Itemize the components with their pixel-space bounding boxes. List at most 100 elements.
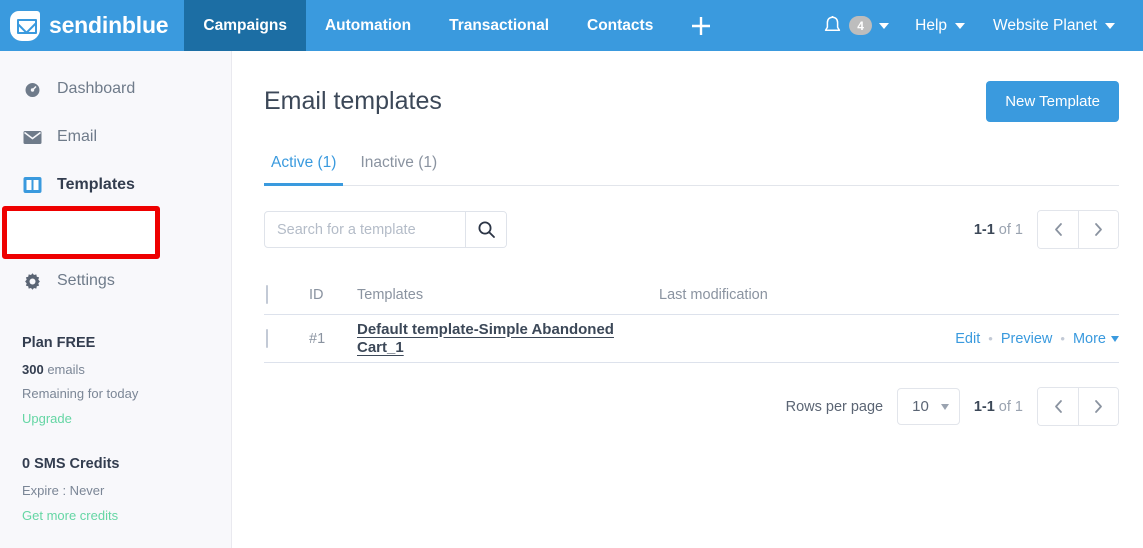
sidebar-item-label: Settings (57, 272, 115, 289)
template-status-tabs: Active (1) Inactive (1) (264, 146, 1119, 186)
more-label: More (1072, 330, 1106, 347)
chevron-down-icon (879, 22, 890, 29)
sms-expiry-note: Expire : Never (22, 483, 105, 498)
account-label: Website Planet (993, 16, 1097, 34)
envelope-logo-icon (10, 10, 40, 41)
sidebar-item-label: Email (57, 128, 98, 145)
search-icon (478, 221, 495, 238)
chevron-down-icon (940, 403, 949, 410)
sidebar-item-label: Templates (57, 176, 135, 193)
pagination-total-bottom: of 1 (994, 398, 1023, 415)
next-page-button-bottom[interactable] (1078, 388, 1118, 425)
select-all-checkbox[interactable] (266, 284, 268, 304)
plan-title: Plan FREE (22, 335, 96, 351)
action-separator: • (988, 331, 993, 346)
chevron-right-icon (1095, 223, 1102, 236)
pagination-total-top: of 1 (994, 221, 1023, 238)
bell-icon (824, 16, 841, 31)
pagination-buttons-bottom (1037, 387, 1119, 426)
nav-item-contacts[interactable]: Contacts (568, 0, 672, 51)
search-input[interactable] (265, 212, 465, 247)
header-id: ID (309, 286, 324, 303)
search-button[interactable] (465, 212, 506, 247)
header-templates: Templates (357, 286, 424, 303)
plan-email-count: 300 (22, 362, 44, 377)
help-menu[interactable]: Help (901, 17, 979, 35)
nav-right-group: 4 Help Website Planet (811, 0, 1143, 51)
sidebar-item-settings[interactable]: Settings (0, 257, 231, 305)
sidebar-item-statistics[interactable]: Statistics (0, 209, 231, 257)
page-header: Email templates New Template (264, 81, 1119, 122)
chevron-down-icon (1111, 335, 1119, 342)
brand-logo-link[interactable]: sendinblue (0, 0, 184, 51)
row-id: #1 (309, 330, 326, 347)
sidebar-item-label: Statistics (57, 224, 122, 241)
table-footer: Rows per page 10 1-1 of 1 (264, 387, 1119, 426)
table-header-row: ID Templates Last modification (264, 275, 1119, 315)
rows-per-page-value: 10 (912, 398, 929, 415)
speedometer-icon (22, 79, 42, 99)
chevron-down-icon (955, 22, 966, 29)
plan-remaining-note: Remaining for today (22, 386, 139, 401)
nav-item-automation[interactable]: Automation (306, 0, 430, 51)
nav-item-campaigns[interactable]: Campaigns (184, 0, 306, 51)
sidebar-item-dashboard[interactable]: Dashboard (0, 65, 231, 113)
pagination-buttons-top (1037, 210, 1119, 249)
app-shell: Dashboard Email Templates Statistics Set… (0, 51, 1143, 548)
search-bar (264, 211, 507, 248)
plus-icon (692, 16, 711, 35)
account-menu[interactable]: Website Planet (979, 17, 1129, 35)
prev-page-button-top[interactable] (1038, 211, 1078, 248)
envelope-icon (22, 127, 42, 147)
row-actions: Edit • Preview • More (904, 331, 1119, 347)
action-separator: • (1060, 331, 1065, 346)
chevron-down-icon (1105, 22, 1115, 29)
sms-credits-title: 0 SMS Credits (22, 456, 120, 472)
tab-inactive[interactable]: Inactive (1) (353, 146, 444, 186)
nav-item-transactional[interactable]: Transactional (430, 0, 568, 51)
templates-table: ID Templates Last modification #1 Defaul… (264, 275, 1119, 363)
next-page-button-top[interactable] (1078, 211, 1118, 248)
add-new-button[interactable] (672, 0, 730, 51)
row-select-cell (264, 328, 309, 348)
plan-divider-space (22, 428, 209, 456)
sidebar: Dashboard Email Templates Statistics Set… (0, 51, 232, 548)
edit-link[interactable]: Edit (955, 331, 980, 347)
header-last-modification: Last modification (659, 286, 768, 303)
pagination-range-value-top: 1-1 (973, 221, 995, 238)
notification-badge: 4 (849, 16, 873, 35)
plan-email-unit: emails (43, 362, 85, 377)
gear-icon (22, 271, 42, 291)
columns-layout-icon (22, 175, 42, 195)
row-checkbox[interactable] (266, 328, 268, 348)
primary-nav-items: Campaigns Automation Transactional Conta… (184, 0, 730, 51)
chevron-left-icon (1054, 223, 1062, 236)
row-name-cell: Default template-Simple Abandoned Cart_1 (357, 321, 659, 357)
prev-page-button-bottom[interactable] (1038, 388, 1078, 425)
page-title: Email templates (264, 87, 442, 115)
rows-per-page-select[interactable]: 10 (897, 388, 960, 425)
pagination-top: 1-1 of 1 (974, 210, 1119, 249)
tab-active[interactable]: Active (1) (264, 146, 344, 186)
sidebar-item-templates[interactable]: Templates (0, 161, 231, 209)
select-all-cell (264, 284, 309, 304)
new-template-button[interactable]: New Template (986, 81, 1119, 122)
table-row: #1 Default template-Simple Abandoned Car… (264, 315, 1119, 363)
chevron-right-icon (1095, 400, 1102, 413)
pagination-range-bottom: 1-1 of 1 (974, 399, 1023, 415)
top-navigation-bar: sendinblue Campaigns Automation Transact… (0, 0, 1143, 51)
row-actions-cell: Edit • Preview • More (904, 331, 1119, 347)
main-content: Email templates New Template Active (1) … (232, 51, 1143, 548)
plan-summary: Plan FREE 300 emails Remaining for today… (0, 305, 231, 525)
sidebar-item-email[interactable]: Email (0, 113, 231, 161)
more-menu-button[interactable]: More (1073, 331, 1119, 347)
table-toolbar: 1-1 of 1 (264, 210, 1119, 249)
template-name-link[interactable]: Default template-Simple Abandoned Cart_1 (357, 321, 614, 356)
pagination-range-value-bottom: 1-1 (973, 398, 995, 415)
upgrade-link[interactable]: Upgrade (22, 411, 72, 426)
get-more-credits-link[interactable]: Get more credits (22, 508, 118, 523)
notifications-button[interactable]: 4 (811, 15, 901, 36)
bar-chart-icon (22, 223, 42, 243)
preview-link[interactable]: Preview (1001, 331, 1053, 347)
rows-per-page-label: Rows per page (785, 398, 884, 415)
